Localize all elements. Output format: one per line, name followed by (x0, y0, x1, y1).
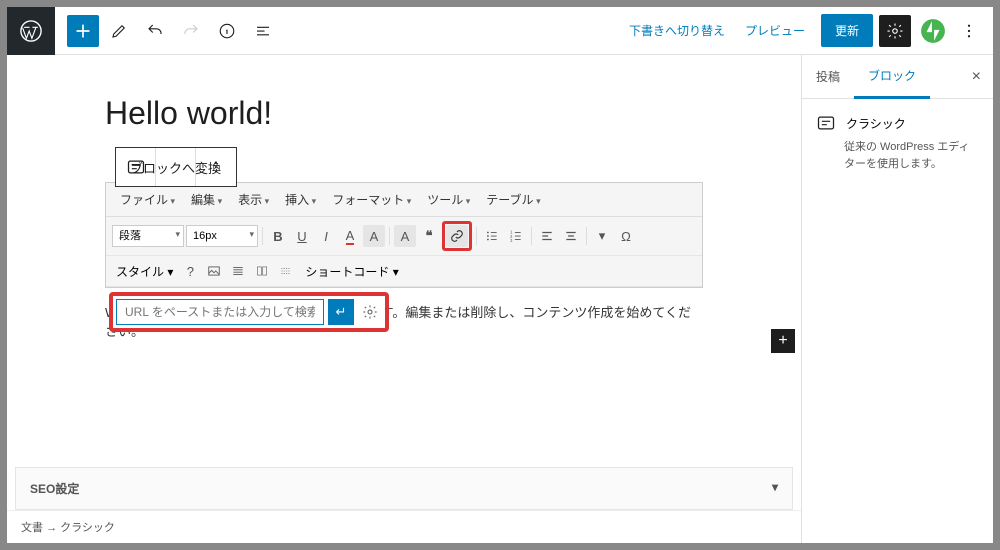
bold-icon[interactable]: B (267, 225, 289, 247)
switch-to-draft-link[interactable]: 下書きへ切り替え (619, 22, 735, 39)
italic-icon[interactable]: I (315, 225, 337, 247)
seo-settings-label: SEO設定 (30, 480, 79, 497)
undo-icon[interactable] (139, 15, 171, 47)
shortcode-menu[interactable]: ショートコード ▾ (299, 263, 404, 280)
separator-icon[interactable] (275, 260, 297, 282)
seo-settings-panel[interactable]: SEO設定 ▾ (15, 467, 793, 510)
bullist-icon[interactable] (481, 225, 503, 247)
quote-icon[interactable]: ❝ (418, 225, 440, 247)
breadcrumb-doc[interactable]: 文書 (21, 522, 43, 534)
more-options-icon[interactable] (953, 15, 985, 47)
columns-icon[interactable] (251, 260, 273, 282)
block-description: 従来の WordPress エディターを使用します。 (844, 139, 979, 172)
chevron-down-icon: ▾ (772, 480, 778, 497)
more-toolbar-icon[interactable]: ▾ (591, 225, 613, 247)
block-name-label: クラシック (846, 115, 906, 132)
top-toolbar: 下書きへ切り替え プレビュー 更新 (7, 7, 993, 55)
block-info-panel: クラシック 従来の WordPress エディターを使用します。 (802, 99, 993, 186)
block-toolbar: ブロックへ変換 (115, 147, 237, 187)
menu-view[interactable]: 表示 (232, 187, 275, 212)
image-icon[interactable] (203, 260, 225, 282)
link-url-popup: ↵ (109, 292, 389, 332)
menu-format[interactable]: フォーマット (326, 187, 417, 212)
classic-toolbar-row2: スタイル ▾ ? ショートコード ▾ (106, 256, 702, 287)
tab-post[interactable]: 投稿 (802, 56, 854, 97)
convert-to-blocks-button[interactable]: ブロックへ変換 (156, 148, 196, 186)
link-settings-icon[interactable] (358, 300, 382, 324)
editor-canvas-wrap: Hello world! ブロックへ変換 ファイル 編集 表示 (7, 55, 801, 543)
block-breadcrumb: 文書 → クラシック (7, 510, 801, 543)
wordpress-logo[interactable] (7, 7, 55, 55)
add-block-floating-icon[interactable]: + (771, 329, 795, 353)
add-block-button[interactable] (67, 15, 99, 47)
redo-icon[interactable] (175, 15, 207, 47)
update-button[interactable]: 更新 (821, 14, 873, 47)
aligncenter-icon[interactable] (560, 225, 582, 247)
fontsize-select[interactable]: 16px (186, 225, 258, 247)
menu-file[interactable]: ファイル (114, 187, 181, 212)
app-window: 下書きへ切り替え プレビュー 更新 Hello world! ブロックへ変換 (7, 7, 993, 543)
classic-block-sidebar-icon (816, 113, 836, 133)
fullwidth-icon[interactable] (227, 260, 249, 282)
breadcrumb-block[interactable]: クラシック (60, 522, 115, 534)
link-icon[interactable] (446, 225, 468, 247)
menu-tools[interactable]: ツール (421, 187, 476, 212)
help-icon[interactable]: ? (179, 260, 201, 282)
block-more-icon[interactable] (196, 148, 236, 186)
preview-link[interactable]: プレビュー (735, 22, 815, 39)
svg-text:3: 3 (510, 238, 513, 243)
edit-mode-icon[interactable] (103, 15, 135, 47)
sidebar-tabs: 投稿 ブロック × (802, 55, 993, 99)
textcolor-icon[interactable]: A (339, 225, 361, 247)
classic-menu-bar: ファイル 編集 表示 挿入 フォーマット ツール テーブル (106, 183, 702, 217)
close-sidebar-icon[interactable]: × (960, 68, 993, 86)
editor-body: Hello world! ブロックへ変換 ファイル 編集 表示 (7, 55, 993, 543)
outline-icon[interactable] (247, 15, 279, 47)
paragraph-select[interactable]: 段落 (112, 225, 184, 247)
link-url-input[interactable] (116, 299, 324, 325)
alignleft-icon[interactable] (536, 225, 558, 247)
underline-icon[interactable]: U (291, 225, 313, 247)
bgcolor-icon[interactable]: A (363, 225, 385, 247)
style-menu[interactable]: スタイル ▾ (112, 263, 177, 280)
tab-block[interactable]: ブロック (854, 55, 930, 99)
menu-table[interactable]: テーブル (480, 187, 546, 212)
link-submit-icon[interactable]: ↵ (328, 299, 354, 325)
menu-edit[interactable]: 編集 (185, 187, 228, 212)
editor-canvas[interactable]: Hello world! ブロックへ変換 ファイル 編集 表示 (7, 55, 801, 467)
jetpack-icon[interactable] (917, 15, 949, 47)
menu-insert[interactable]: 挿入 (279, 187, 322, 212)
settings-icon[interactable] (879, 15, 911, 47)
specialchar-icon[interactable]: Ω (615, 225, 637, 247)
info-icon[interactable] (211, 15, 243, 47)
classic-toolbar-row1: 段落 16px B U I A A A ❝ 123 (106, 217, 702, 256)
settings-sidebar: 投稿 ブロック × クラシック 従来の WordPress エディターを使用しま… (801, 55, 993, 543)
highlight-icon[interactable]: A (394, 225, 416, 247)
post-title[interactable]: Hello world! (105, 95, 703, 132)
numlist-icon[interactable]: 123 (505, 225, 527, 247)
classic-editor: ファイル 編集 表示 挿入 フォーマット ツール テーブル 段落 16px B … (105, 182, 703, 288)
